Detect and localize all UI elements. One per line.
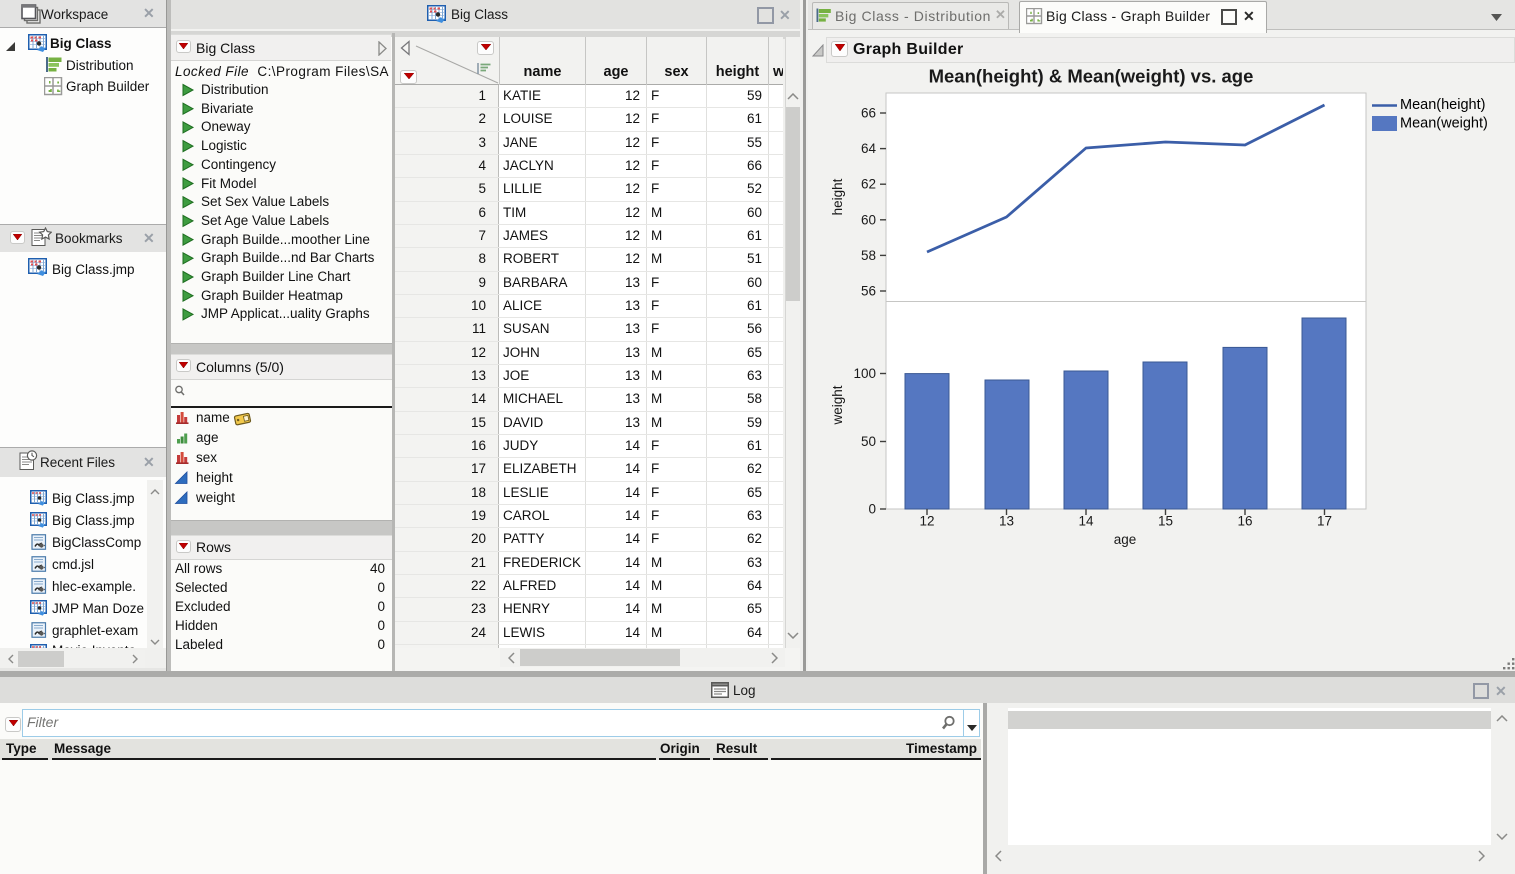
svg-text:age: age	[1114, 532, 1137, 547]
svg-text:62: 62	[861, 177, 876, 192]
svg-text:56: 56	[861, 284, 876, 299]
svg-text:12: 12	[919, 514, 934, 529]
svg-text:58: 58	[861, 248, 876, 263]
svg-text:66: 66	[861, 106, 876, 121]
svg-text:100: 100	[853, 366, 876, 381]
svg-text:Mean(height): Mean(height)	[1400, 97, 1485, 113]
svg-text:Mean(height) & Mean(weight) vs: Mean(height) & Mean(weight) vs. age	[929, 66, 1254, 87]
svg-text:16: 16	[1237, 514, 1252, 529]
svg-text:Mean(weight): Mean(weight)	[1400, 116, 1488, 132]
svg-text:weight: weight	[830, 385, 845, 425]
svg-text:0: 0	[868, 502, 876, 517]
svg-text:60: 60	[861, 212, 876, 227]
svg-text:17: 17	[1317, 514, 1332, 529]
svg-text:15: 15	[1158, 514, 1173, 529]
svg-text:50: 50	[861, 434, 876, 449]
svg-text:height: height	[830, 178, 845, 215]
svg-text:13: 13	[999, 514, 1014, 529]
svg-text:64: 64	[861, 141, 877, 156]
svg-text:14: 14	[1078, 514, 1094, 529]
